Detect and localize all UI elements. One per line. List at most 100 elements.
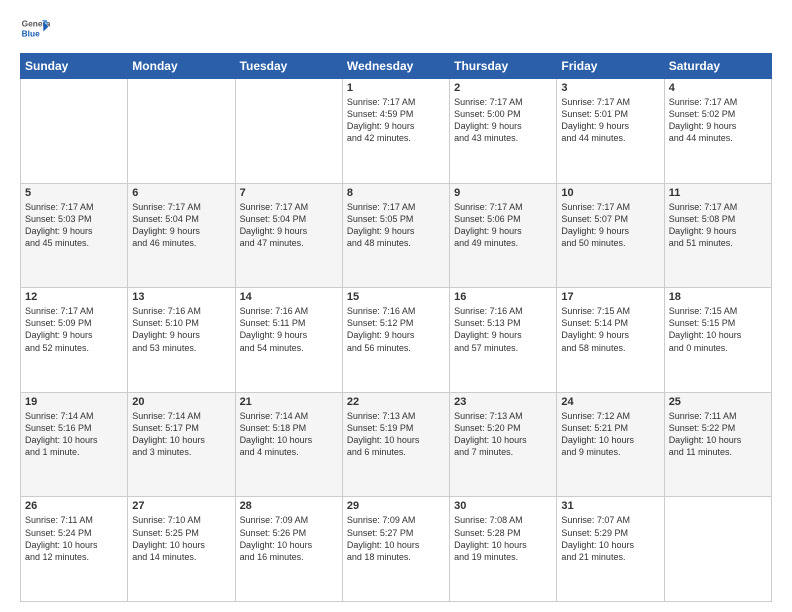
day-info: Sunrise: 7:13 AM Sunset: 5:20 PM Dayligh… [454, 410, 552, 459]
day-number: 4 [669, 82, 767, 94]
calendar-cell: 23 Sunrise: 7:13 AM Sunset: 5:20 PM Dayli… [450, 392, 557, 497]
day-number: 12 [25, 291, 123, 303]
day-number: 11 [669, 187, 767, 199]
day-number: 31 [561, 500, 659, 512]
day-info: Sunrise: 7:09 AM Sunset: 5:27 PM Dayligh… [347, 514, 445, 563]
day-number: 27 [132, 500, 230, 512]
day-info: Sunrise: 7:15 AM Sunset: 5:14 PM Dayligh… [561, 305, 659, 354]
day-number: 5 [25, 187, 123, 199]
page: General Blue SundayMondayTuesdayWednesda… [0, 0, 792, 612]
calendar-cell: 25 Sunrise: 7:11 AM Sunset: 5:22 PM Dayli… [664, 392, 771, 497]
day-number: 28 [240, 500, 338, 512]
day-info: Sunrise: 7:09 AM Sunset: 5:26 PM Dayligh… [240, 514, 338, 563]
day-info: Sunrise: 7:17 AM Sunset: 5:02 PM Dayligh… [669, 96, 767, 145]
day-info: Sunrise: 7:14 AM Sunset: 5:18 PM Dayligh… [240, 410, 338, 459]
weekday-header: Monday [128, 54, 235, 79]
day-info: Sunrise: 7:17 AM Sunset: 5:08 PM Dayligh… [669, 201, 767, 250]
calendar-cell: 12 Sunrise: 7:17 AM Sunset: 5:09 PM Dayli… [21, 288, 128, 393]
day-number: 16 [454, 291, 552, 303]
day-info: Sunrise: 7:16 AM Sunset: 5:11 PM Dayligh… [240, 305, 338, 354]
weekday-header: Tuesday [235, 54, 342, 79]
day-number: 29 [347, 500, 445, 512]
day-number: 14 [240, 291, 338, 303]
calendar-header-row: SundayMondayTuesdayWednesdayThursdayFrid… [21, 54, 772, 79]
day-number: 2 [454, 82, 552, 94]
day-info: Sunrise: 7:13 AM Sunset: 5:19 PM Dayligh… [347, 410, 445, 459]
day-info: Sunrise: 7:11 AM Sunset: 5:24 PM Dayligh… [25, 514, 123, 563]
calendar-cell: 28 Sunrise: 7:09 AM Sunset: 5:26 PM Dayli… [235, 497, 342, 602]
calendar-cell: 8 Sunrise: 7:17 AM Sunset: 5:05 PM Daylig… [342, 183, 449, 288]
day-info: Sunrise: 7:08 AM Sunset: 5:28 PM Dayligh… [454, 514, 552, 563]
day-number: 7 [240, 187, 338, 199]
day-number: 22 [347, 396, 445, 408]
day-info: Sunrise: 7:17 AM Sunset: 5:04 PM Dayligh… [132, 201, 230, 250]
day-info: Sunrise: 7:14 AM Sunset: 5:16 PM Dayligh… [25, 410, 123, 459]
day-number: 3 [561, 82, 659, 94]
day-info: Sunrise: 7:17 AM Sunset: 5:07 PM Dayligh… [561, 201, 659, 250]
day-info: Sunrise: 7:16 AM Sunset: 5:13 PM Dayligh… [454, 305, 552, 354]
weekday-header: Saturday [664, 54, 771, 79]
day-info: Sunrise: 7:17 AM Sunset: 5:05 PM Dayligh… [347, 201, 445, 250]
weekday-header: Thursday [450, 54, 557, 79]
day-number: 17 [561, 291, 659, 303]
day-number: 18 [669, 291, 767, 303]
calendar-week-row: 19 Sunrise: 7:14 AM Sunset: 5:16 PM Dayli… [21, 392, 772, 497]
day-number: 1 [347, 82, 445, 94]
calendar-cell: 19 Sunrise: 7:14 AM Sunset: 5:16 PM Dayli… [21, 392, 128, 497]
calendar-cell: 27 Sunrise: 7:10 AM Sunset: 5:25 PM Dayli… [128, 497, 235, 602]
day-info: Sunrise: 7:12 AM Sunset: 5:21 PM Dayligh… [561, 410, 659, 459]
calendar-cell: 17 Sunrise: 7:15 AM Sunset: 5:14 PM Dayli… [557, 288, 664, 393]
day-number: 25 [669, 396, 767, 408]
calendar-cell: 21Sunrise: 7:14 AM Sunset: 5:18 PM Dayli… [235, 392, 342, 497]
day-info: Sunrise: 7:11 AM Sunset: 5:22 PM Dayligh… [669, 410, 767, 459]
day-number: 9 [454, 187, 552, 199]
day-number: 23 [454, 396, 552, 408]
day-number: 8 [347, 187, 445, 199]
day-info: Sunrise: 7:17 AM Sunset: 5:03 PM Dayligh… [25, 201, 123, 250]
calendar-cell: 13 Sunrise: 7:16 AM Sunset: 5:10 PM Dayli… [128, 288, 235, 393]
day-info: Sunrise: 7:15 AM Sunset: 5:15 PM Dayligh… [669, 305, 767, 354]
calendar-cell: 18 Sunrise: 7:15 AM Sunset: 5:15 PM Dayli… [664, 288, 771, 393]
day-number: 10 [561, 187, 659, 199]
calendar-cell: 31 Sunrise: 7:07 AM Sunset: 5:29 PM Dayli… [557, 497, 664, 602]
calendar-cell [128, 79, 235, 184]
calendar-cell: 22 Sunrise: 7:13 AM Sunset: 5:19 PM Dayli… [342, 392, 449, 497]
calendar-cell: 14 Sunrise: 7:16 AM Sunset: 5:11 PM Dayli… [235, 288, 342, 393]
calendar-cell: 11 Sunrise: 7:17 AM Sunset: 5:08 PM Dayli… [664, 183, 771, 288]
day-info: Sunrise: 7:16 AM Sunset: 5:10 PM Dayligh… [132, 305, 230, 354]
calendar-cell: 10 Sunrise: 7:17 AM Sunset: 5:07 PM Dayli… [557, 183, 664, 288]
calendar-cell: 15Sunrise: 7:16 AM Sunset: 5:12 PM Dayli… [342, 288, 449, 393]
weekday-header: Sunday [21, 54, 128, 79]
calendar-cell: 4 Sunrise: 7:17 AM Sunset: 5:02 PM Daylig… [664, 79, 771, 184]
calendar-cell: 2 Sunrise: 7:17 AM Sunset: 5:00 PM Daylig… [450, 79, 557, 184]
weekday-header: Friday [557, 54, 664, 79]
day-number: 13 [132, 291, 230, 303]
calendar-cell [21, 79, 128, 184]
logo: General Blue [20, 15, 54, 45]
calendar-cell: 26Sunrise: 7:11 AM Sunset: 5:24 PM Dayli… [21, 497, 128, 602]
weekday-header: Wednesday [342, 54, 449, 79]
calendar-cell: 16 Sunrise: 7:16 AM Sunset: 5:13 PM Dayli… [450, 288, 557, 393]
calendar-week-row: 12 Sunrise: 7:17 AM Sunset: 5:09 PM Dayli… [21, 288, 772, 393]
calendar-table: SundayMondayTuesdayWednesdayThursdayFrid… [20, 53, 772, 602]
logo-icon: General Blue [20, 15, 50, 45]
day-info: Sunrise: 7:16 AM Sunset: 5:12 PM Dayligh… [347, 305, 445, 354]
calendar-cell: 1Sunrise: 7:17 AM Sunset: 4:59 PM Daylig… [342, 79, 449, 184]
day-number: 20 [132, 396, 230, 408]
calendar-week-row: 5 Sunrise: 7:17 AM Sunset: 5:03 PM Daylig… [21, 183, 772, 288]
calendar-cell: 24 Sunrise: 7:12 AM Sunset: 5:21 PM Dayli… [557, 392, 664, 497]
day-number: 24 [561, 396, 659, 408]
day-info: Sunrise: 7:17 AM Sunset: 5:00 PM Dayligh… [454, 96, 552, 145]
day-info: Sunrise: 7:10 AM Sunset: 5:25 PM Dayligh… [132, 514, 230, 563]
calendar-cell: 7Sunrise: 7:17 AM Sunset: 5:04 PM Daylig… [235, 183, 342, 288]
day-number: 19 [25, 396, 123, 408]
day-info: Sunrise: 7:17 AM Sunset: 5:09 PM Dayligh… [25, 305, 123, 354]
calendar-cell: 9Sunrise: 7:17 AM Sunset: 5:06 PM Daylig… [450, 183, 557, 288]
calendar-cell: 3 Sunrise: 7:17 AM Sunset: 5:01 PM Daylig… [557, 79, 664, 184]
header: General Blue [20, 15, 772, 45]
calendar-cell: 30Sunrise: 7:08 AM Sunset: 5:28 PM Dayli… [450, 497, 557, 602]
svg-text:Blue: Blue [22, 29, 40, 39]
day-info: Sunrise: 7:17 AM Sunset: 5:01 PM Dayligh… [561, 96, 659, 145]
day-info: Sunrise: 7:07 AM Sunset: 5:29 PM Dayligh… [561, 514, 659, 563]
calendar-cell: 6Sunrise: 7:17 AM Sunset: 5:04 PM Daylig… [128, 183, 235, 288]
